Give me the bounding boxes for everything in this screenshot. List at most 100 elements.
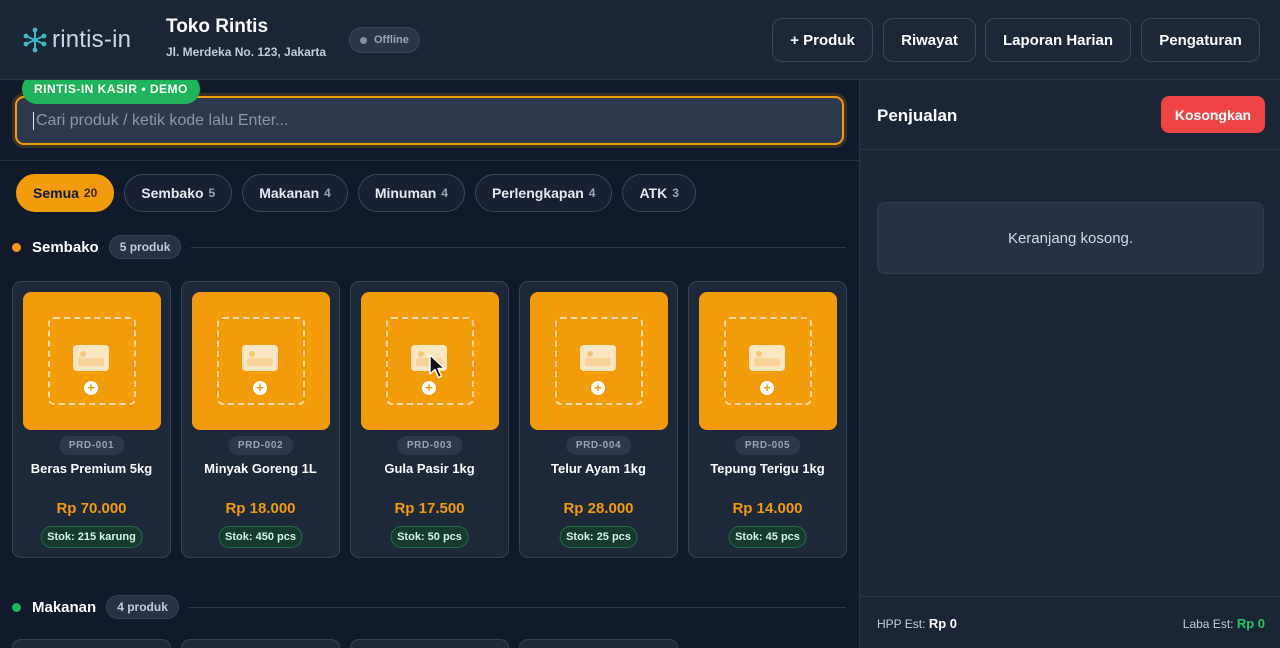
product-name: Tepung Terigu 1kg	[710, 461, 825, 476]
category-label: Makanan	[259, 185, 320, 201]
product-card[interactable]: + PRD-005 Tepung Terigu 1kg Rp 14.000 St…	[688, 281, 847, 558]
add-product-button[interactable]: + Produk	[772, 18, 873, 62]
add-image-icon: +	[591, 381, 605, 395]
hpp-label: HPP Est:	[877, 617, 926, 631]
product-price: Rp 70.000	[56, 500, 127, 517]
product-card[interactable]: + PRD-003 Gula Pasir 1kg Rp 17.500 Stok:…	[350, 281, 509, 558]
category-chip-perlengkapan[interactable]: Perlengkapan 4	[474, 174, 613, 212]
category-chip-sembako[interactable]: Sembako 5	[124, 174, 233, 212]
category-label: Sembako	[141, 185, 204, 201]
category-chip-minuman[interactable]: Minuman 4	[357, 174, 465, 212]
category-label: Semua	[33, 185, 79, 201]
hpp-value: Rp 0	[928, 616, 957, 631]
category-count: 20	[83, 186, 98, 200]
top-bar: rintis-in Toko Rintis Jl. Merdeka No. 12…	[0, 0, 1280, 80]
section-header-makanan: Makanan 4 produk	[12, 595, 846, 619]
mouse-cursor-icon	[429, 354, 446, 379]
category-count: 4	[441, 186, 448, 200]
add-image-icon: +	[422, 381, 436, 395]
add-image-icon: +	[760, 381, 774, 395]
category-filter: Semua 20 Sembako 5 Makanan 4 Minuman 4 Perle…	[16, 174, 696, 212]
product-price: Rp 18.000	[225, 500, 296, 517]
store-info: Toko Rintis Jl. Merdeka No. 123, Jakarta	[166, 16, 326, 59]
cart-footer: HPP Est: Rp 0 Laba Est: Rp 0	[860, 596, 1280, 648]
section-divider	[188, 606, 846, 608]
product-name: Telur Ayam 1kg	[551, 461, 646, 476]
category-chip-semua[interactable]: Semua 20	[16, 174, 115, 212]
app-logo[interactable]: rintis-in	[22, 24, 131, 56]
store-address: Jl. Merdeka No. 123, Jakarta	[166, 45, 327, 59]
section-dot-icon	[12, 242, 21, 252]
product-price: Rp 17.500	[394, 500, 465, 517]
product-stock-badge: Stok: 450 pcs	[218, 526, 303, 548]
category-count: 4	[324, 186, 331, 200]
product-stock-badge: Stok: 50 pcs	[390, 526, 469, 548]
product-card[interactable]	[12, 639, 171, 648]
profit-estimate: Laba Est: Rp 0	[1183, 616, 1265, 631]
section-title: Makanan	[32, 598, 97, 616]
product-price: Rp 14.000	[732, 500, 803, 517]
logo-text: rintis-in	[52, 26, 132, 53]
cart-title: Penjualan	[877, 106, 958, 125]
settings-button[interactable]: Pengaturan	[1141, 18, 1260, 62]
product-code: PRD-004	[565, 436, 632, 455]
category-count: 3	[672, 186, 679, 200]
image-icon	[580, 345, 616, 371]
product-name: Beras Premium 5kg	[30, 461, 153, 476]
image-icon	[242, 345, 278, 371]
product-image-placeholder[interactable]: +	[530, 292, 668, 430]
profit-value: Rp 0	[1236, 616, 1265, 631]
cart-panel: Penjualan Kosongkan Keranjang kosong. HP…	[859, 80, 1280, 648]
empty-cart-message: Keranjang kosong.	[877, 202, 1264, 274]
product-name: Gula Pasir 1kg	[384, 461, 475, 476]
section-header-sembako: Sembako 5 produk	[12, 235, 846, 259]
product-code: PRD-001	[58, 436, 125, 455]
section-dot-icon	[12, 602, 21, 612]
product-card[interactable]	[350, 639, 509, 648]
product-card[interactable]: + PRD-002 Minyak Goreng 1L Rp 18.000 Sto…	[181, 281, 340, 558]
product-stock-badge: Stok: 215 karung	[40, 526, 143, 548]
product-stock-badge: Stok: 45 pcs	[728, 526, 807, 548]
add-image-icon: +	[253, 381, 267, 395]
category-count: 4	[588, 186, 596, 200]
product-card[interactable]	[181, 639, 340, 648]
history-button[interactable]: Riwayat	[883, 18, 976, 62]
product-code: PRD-003	[396, 436, 463, 455]
connection-status-badge: Offline	[349, 27, 420, 53]
category-chip-makanan[interactable]: Makanan 4	[242, 174, 348, 212]
section-title: Sembako	[32, 238, 99, 256]
category-chip-atk[interactable]: ATK 3	[622, 174, 696, 212]
store-name: Toko Rintis	[166, 16, 269, 37]
product-stock-badge: Stok: 25 pcs	[559, 526, 638, 548]
daily-report-button[interactable]: Laporan Harian	[985, 18, 1131, 62]
product-card[interactable]	[519, 639, 678, 648]
category-label: Perlengkapan	[491, 185, 584, 201]
product-image-placeholder[interactable]: +	[192, 292, 330, 430]
product-name: Minyak Goreng 1L	[204, 461, 317, 476]
cart-header: Penjualan Kosongkan	[860, 80, 1280, 150]
image-icon	[73, 345, 109, 371]
product-code: PRD-005	[734, 436, 801, 455]
category-count: 5	[208, 186, 216, 200]
status-dot-icon	[360, 36, 367, 44]
section-count-badge: 4 produk	[106, 595, 179, 619]
category-label: ATK	[639, 185, 668, 201]
product-image-placeholder[interactable]: +	[23, 292, 161, 430]
add-image-icon: +	[84, 381, 98, 395]
section-divider	[191, 246, 846, 248]
hpp-estimate: HPP Est: Rp 0	[877, 616, 957, 631]
product-code: PRD-002	[227, 436, 294, 455]
product-image-placeholder[interactable]: +	[699, 292, 837, 430]
search-placeholder: Cari produk / ketik kode lalu Enter...	[36, 111, 289, 129]
profit-label: Laba Est:	[1182, 617, 1234, 631]
product-card[interactable]: + PRD-004 Telur Ayam 1kg Rp 28.000 Stok:…	[519, 281, 678, 558]
category-label: Minuman	[374, 185, 437, 201]
clear-cart-button[interactable]: Kosongkan	[1161, 96, 1265, 133]
network-logo-icon	[23, 27, 47, 53]
section-count-badge: 5 produk	[108, 235, 182, 259]
demo-badge: RINTIS-IN KASIR • DEMO	[22, 80, 200, 104]
text-caret	[33, 111, 34, 130]
product-card[interactable]: + PRD-001 Beras Premium 5kg Rp 70.000 St…	[12, 281, 171, 558]
image-icon	[749, 345, 785, 371]
status-label: Offline	[374, 34, 409, 46]
